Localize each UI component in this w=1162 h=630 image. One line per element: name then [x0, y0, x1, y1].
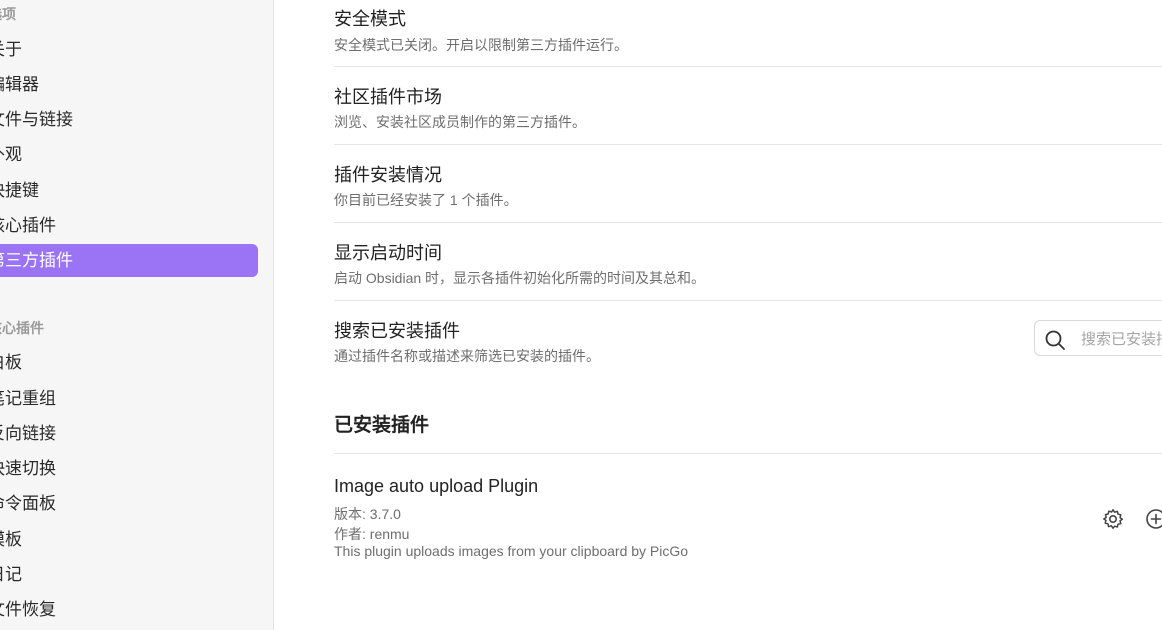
setting-name: 搜索已安装插件 [334, 321, 460, 341]
settings-content: 安全模式 安全模式已关闭。开启以限制第三方插件运行。 社区插件市场 浏览、安装社… [274, 0, 1162, 630]
setting-desc: 你目前已经安装了 1 个插件。 [334, 192, 518, 208]
sidebar-group-core-title: 核心插件 [0, 320, 44, 336]
setting-desc: 安全模式已关闭。开启以限制第三方插件运行。 [334, 37, 628, 53]
sidebar-item-hotkeys[interactable]: 快捷键 [0, 174, 258, 207]
sidebar-item-files-links[interactable]: 文件与链接 [0, 103, 258, 136]
setting-installed-count: 插件安装情况 你目前已经安装了 1 个插件。 [334, 145, 1162, 223]
plugin-description: This plugin uploads images from your cli… [334, 543, 689, 559]
plus-circle-icon[interactable] [1144, 507, 1162, 531]
setting-name: 安全模式 [334, 9, 406, 29]
sidebar-item-templates[interactable]: 模板 [0, 523, 258, 556]
setting-desc: 启动 Obsidian 时，显示各插件初始化所需的时间及其总和。 [334, 270, 706, 286]
sidebar-item-daily-notes[interactable]: 日记 [0, 558, 258, 591]
search-input[interactable] [1079, 327, 1162, 351]
sidebar-item-core-plugins[interactable]: 核心插件 [0, 209, 258, 242]
sidebar-item-canvas[interactable]: 白板 [0, 346, 258, 379]
sidebar-item-appearance[interactable]: 外观 [0, 138, 258, 171]
setting-name: 社区插件市场 [334, 87, 442, 107]
divider [334, 453, 1162, 454]
setting-name: 插件安装情况 [334, 165, 442, 185]
setting-startup-time: 显示启动时间 启动 Obsidian 时，显示各插件初始化所需的时间及其总和。 [334, 223, 1162, 301]
sidebar-group-options-title: 选项 [0, 6, 16, 22]
installed-plugin-search[interactable] [1034, 320, 1162, 356]
settings-sidebar: 选项 关于 编辑器 文件与链接 外观 快捷键 核心插件 第三方插件 核心插件 白… [0, 0, 274, 630]
sidebar-item-backlinks[interactable]: 反向链接 [0, 417, 258, 450]
setting-desc: 通过插件名称或描述来筛选已安装的插件。 [334, 348, 600, 364]
plugin-author: 作者: renmu [334, 526, 410, 542]
plugin-name: Image auto upload Plugin [334, 476, 539, 496]
sidebar-item-editor[interactable]: 编辑器 [0, 68, 258, 101]
search-icon [1045, 330, 1065, 350]
setting-safe-mode: 安全模式 安全模式已关闭。开启以限制第三方插件运行。 [334, 0, 1162, 67]
setting-name: 显示启动时间 [334, 243, 442, 263]
setting-desc: 浏览、安装社区成员制作的第三方插件。 [334, 114, 586, 130]
sidebar-item-note-composer[interactable]: 笔记重组 [0, 382, 258, 415]
gear-icon[interactable] [1101, 507, 1125, 531]
sidebar-item-file-recovery[interactable]: 文件恢复 [0, 593, 258, 626]
sidebar-item-about[interactable]: 关于 [0, 33, 258, 66]
sidebar-item-quick-switcher[interactable]: 快速切换 [0, 452, 258, 485]
sidebar-item-community-plugins[interactable]: 第三方插件 [0, 244, 258, 277]
plugin-version: 版本: 3.7.0 [334, 506, 401, 522]
setting-community-market: 社区插件市场 浏览、安装社区成员制作的第三方插件。 [334, 67, 1162, 145]
sidebar-item-command-palette[interactable]: 命令面板 [0, 487, 258, 520]
installed-plugins-heading: 已安装插件 [334, 415, 430, 436]
